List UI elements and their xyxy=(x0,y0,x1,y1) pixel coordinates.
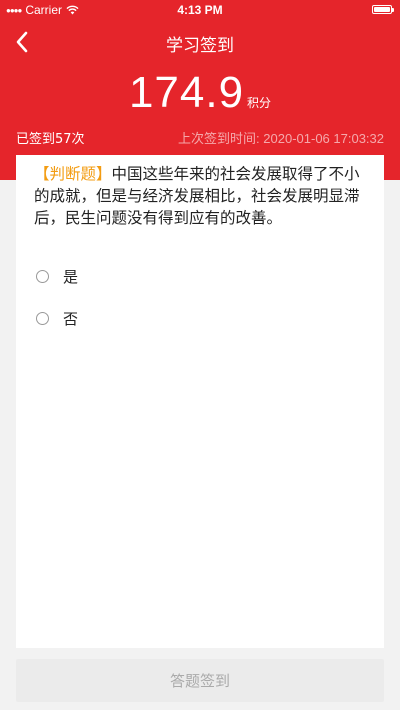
radio-circle-icon[interactable] xyxy=(36,311,49,325)
submit-sign-button[interactable]: 答题签到 xyxy=(16,659,384,702)
score-unit: 积分 xyxy=(247,96,272,110)
option-no[interactable]: 否 xyxy=(34,297,370,339)
signed-count: 已签到57次 xyxy=(16,132,85,147)
option-yes[interactable]: 是 xyxy=(34,255,370,297)
score-value: 174.9 xyxy=(128,68,245,117)
radio-circle-icon[interactable] xyxy=(36,269,49,283)
last-sign-time: 2020-01-06 17:03:32 xyxy=(263,131,384,146)
last-sign-label: 上次签到时间: xyxy=(178,131,260,146)
last-sign-info: 上次签到时间: 2020-01-06 17:03:32 xyxy=(178,128,384,147)
status-time: 4:13 PM xyxy=(177,3,223,17)
page-title: 学习签到 xyxy=(166,36,234,56)
option-label: 否 xyxy=(63,309,79,328)
battery-icon xyxy=(372,5,394,14)
option-label: 是 xyxy=(63,267,79,286)
nav-bar: 学习签到 xyxy=(0,22,400,62)
status-bar: ●●●● Carrier 4:13 PM xyxy=(0,0,400,20)
score-display: 174.9 积分 xyxy=(0,68,400,118)
question-card: 【判断题】中国这些年来的社会发展取得了不小的成就，但是与经济发展相比，社会发展明… xyxy=(16,155,384,648)
question-type-tag: 【判断题】 xyxy=(34,165,112,183)
option-list: 是 否 xyxy=(34,255,370,339)
sign-info-row: 已签到57次 上次签到时间: 2020-01-06 17:03:32 xyxy=(16,128,384,147)
question-text: 【判断题】中国这些年来的社会发展取得了不小的成就，但是与经济发展相比，社会发展明… xyxy=(34,163,370,229)
